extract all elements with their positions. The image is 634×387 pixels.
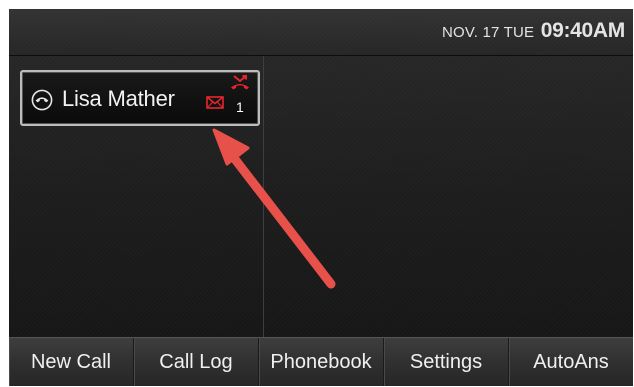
annotation-arrow — [212, 128, 336, 289]
panel-divider — [263, 56, 264, 337]
settings-button[interactable]: Settings — [384, 338, 509, 386]
new-call-button[interactable]: New Call — [9, 338, 134, 386]
call-log-button[interactable]: Call Log — [134, 338, 259, 386]
handset-icon — [31, 89, 53, 111]
auto-answer-button[interactable]: AutoAns — [509, 338, 633, 386]
mail-icon — [206, 96, 224, 109]
phone-screen: NOV. 17 TUE 09:40AM Lisa Mather 1 New Ca… — [9, 9, 633, 386]
date-time: NOV. 17 TUE 09:40AM — [442, 19, 625, 43]
time-label: 09:40AM — [540, 19, 626, 42]
contact-name: Lisa Mather — [62, 86, 175, 111]
softkey-bar: New Call Call Log Phonebook Settings Aut… — [9, 337, 633, 386]
missed-call-icon — [230, 75, 250, 90]
line-key-contact[interactable]: Lisa Mather 1 — [20, 70, 260, 126]
date-label: NOV. 17 TUE — [442, 24, 535, 41]
phonebook-button[interactable]: Phonebook — [259, 338, 384, 386]
missed-call-count: 1 — [236, 99, 244, 115]
status-bar: NOV. 17 TUE 09:40AM — [9, 9, 633, 56]
